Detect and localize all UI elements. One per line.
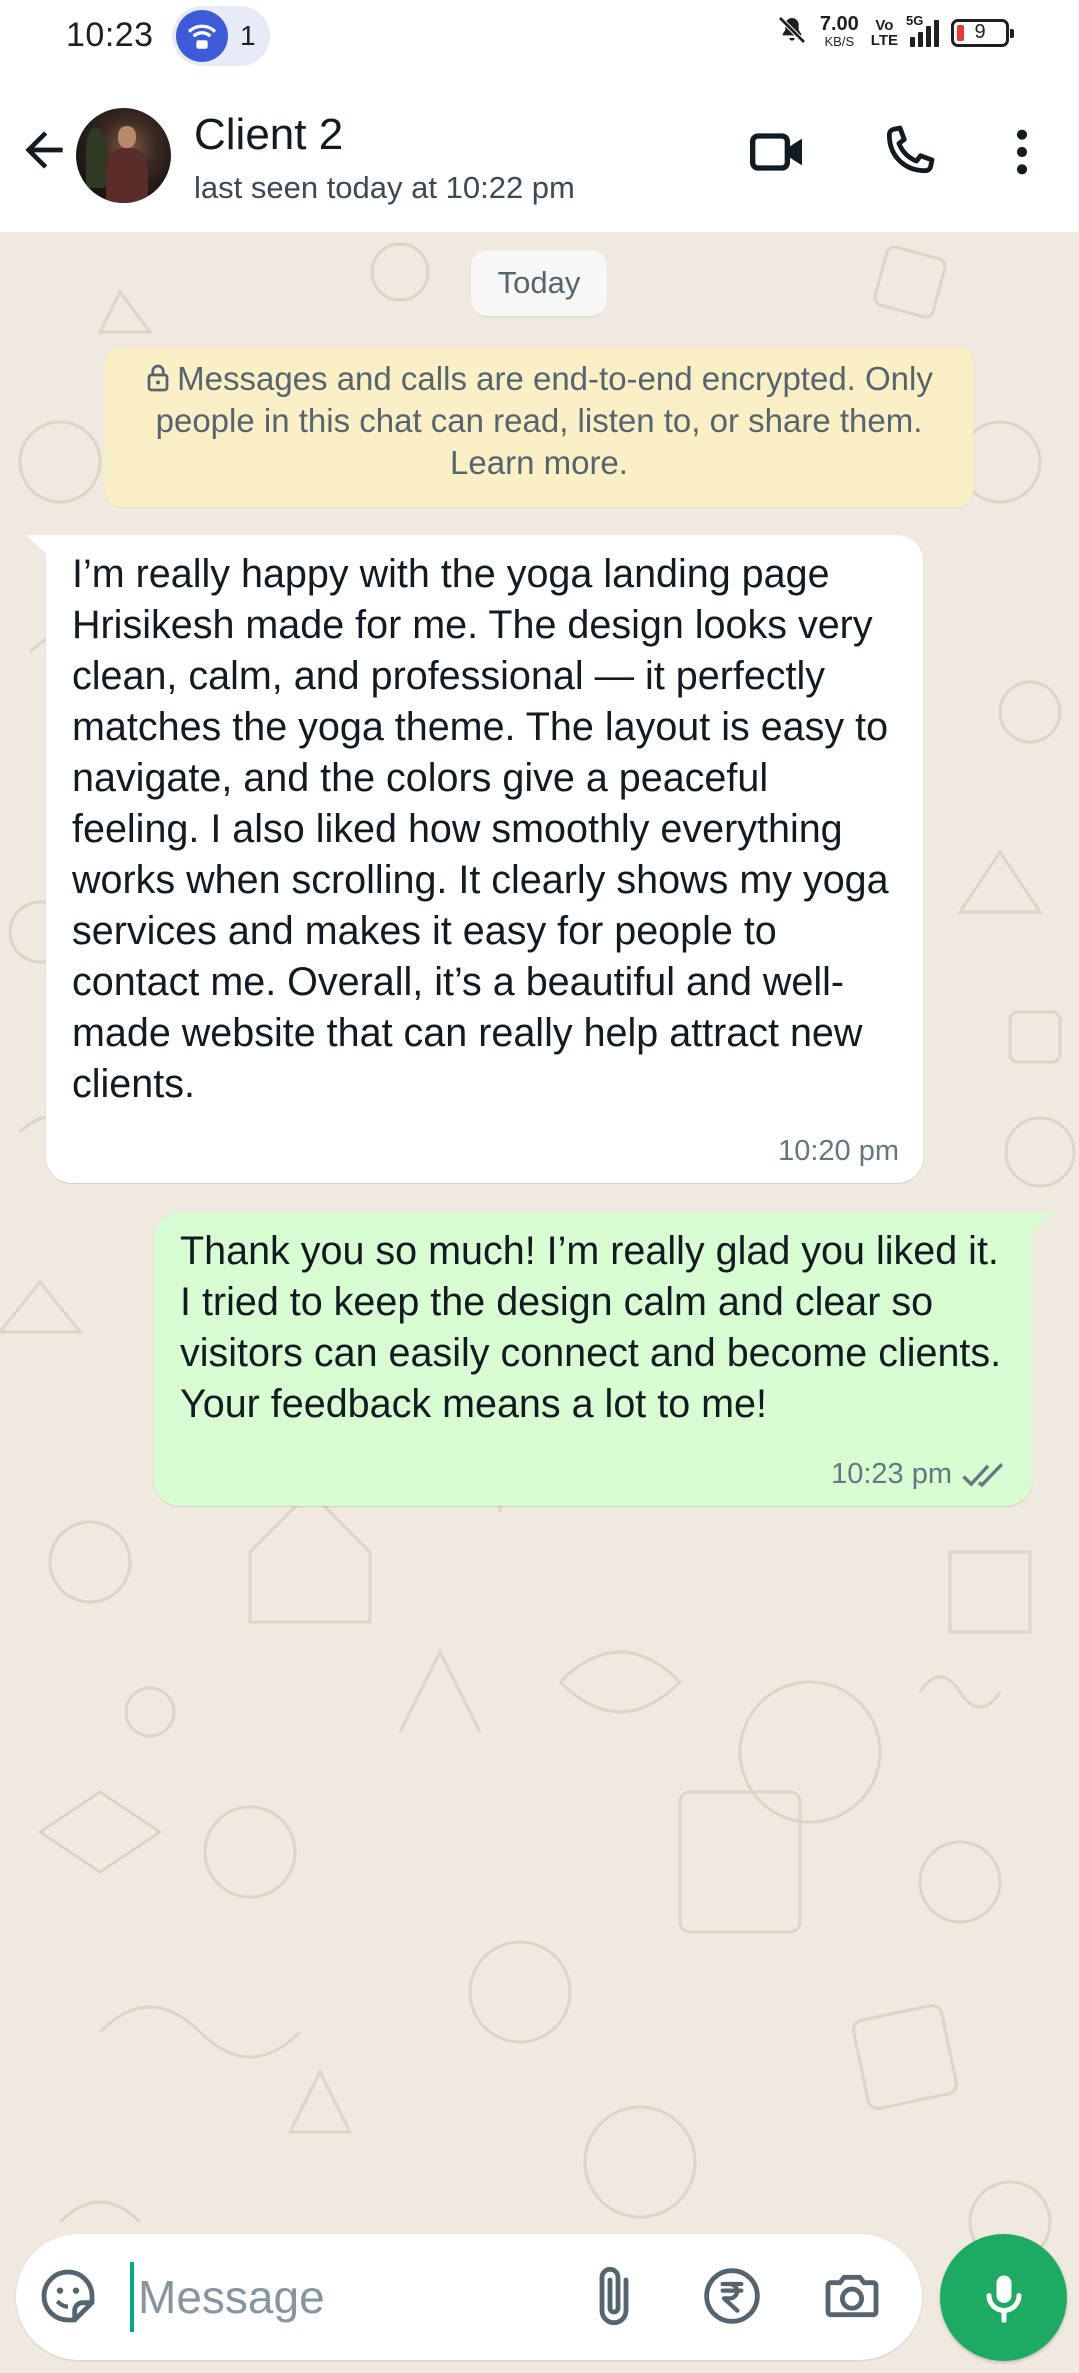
net-speed: 7.00 KB/S [819, 12, 859, 49]
message-bubble-incoming[interactable]: I’m really happy with the yoga landing p… [26, 535, 923, 1183]
message-input[interactable] [130, 2262, 560, 2332]
message-composer [16, 2234, 922, 2360]
avatar[interactable] [76, 108, 171, 203]
mic-button[interactable] [940, 2234, 1067, 2361]
hotspot-icon [176, 10, 228, 62]
attach-icon[interactable] [582, 2264, 646, 2328]
status-icons: 7.00 KB/S Vo LTE 5G 9 [776, 12, 1014, 51]
status-bar: 10:23 1 7.00 KB/S Vo LTE 5G 9 [0, 0, 1079, 72]
message-text: Thank you so much! I’m really glad you l… [180, 1229, 1002, 1426]
message-text: I’m really happy with the yoga landing p… [72, 552, 889, 1106]
bubble-tail [26, 535, 50, 557]
hotspot-count: 1 [240, 20, 256, 51]
last-seen-status[interactable]: last seen today at 10:22 pm [194, 170, 575, 206]
encryption-note[interactable]: Messages and calls are end-to-end encryp… [105, 347, 973, 507]
video-call-icon[interactable] [746, 120, 810, 184]
status-time: 10:23 [66, 16, 154, 54]
mic-icon [986, 2275, 1021, 2323]
camera-icon[interactable] [820, 2264, 884, 2328]
message-meta: 10:23 pm [831, 1449, 1008, 1500]
rupee-payment-icon[interactable] [700, 2264, 764, 2328]
battery-level: 9 [974, 21, 986, 43]
back-arrow-icon[interactable] [16, 122, 72, 178]
signal-icon: 5G [906, 13, 939, 47]
message-time: 10:20 pm [778, 1135, 899, 1167]
more-vert-icon[interactable] [990, 120, 1054, 184]
lock-icon [147, 364, 169, 392]
chat-header: Client 2 last seen today at 10:22 pm [0, 72, 1079, 232]
volte-indicator: Vo LTE [870, 16, 898, 49]
message-meta: 10:20 pm [778, 1126, 899, 1177]
hotspot-indicator[interactable]: 1 [172, 6, 270, 66]
mute-bell-icon [776, 14, 808, 51]
chat-area[interactable]: Today Messages and calls are end-to-end … [0, 232, 1079, 2373]
message-time: 10:23 pm [831, 1458, 952, 1490]
date-chip: Today [471, 250, 607, 316]
contact-name[interactable]: Client 2 [194, 110, 343, 160]
read-ticks-icon [962, 1462, 1004, 1487]
encryption-note-text: Messages and calls are end-to-end encryp… [155, 360, 933, 481]
emoji-sticker-icon[interactable] [36, 2264, 100, 2328]
message-bubble-outgoing[interactable]: Thank you so much! I’m really glad you l… [154, 1212, 1054, 1506]
phone-icon[interactable] [876, 120, 940, 184]
bubble-tail [1030, 1212, 1054, 1234]
battery-icon: 9 [951, 18, 1014, 47]
